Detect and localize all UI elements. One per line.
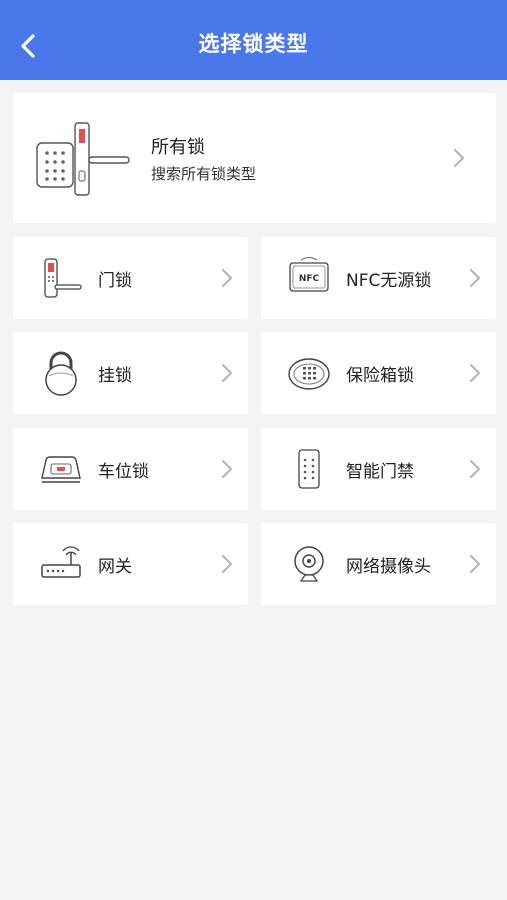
chevron-right-icon xyxy=(470,555,480,573)
all-locks-title: 所有锁 xyxy=(151,137,205,158)
padlock-icon xyxy=(45,351,77,396)
svg-text:NFC: NFC xyxy=(299,274,320,284)
category-label: 门锁 xyxy=(98,271,132,291)
category-safe-lock[interactable]: 保险箱锁 xyxy=(261,332,496,414)
category-access-control[interactable]: 智能门禁 xyxy=(261,428,496,510)
category-label: NFC无源锁 xyxy=(346,271,432,291)
safe-icon xyxy=(288,358,330,390)
category-label: 保险箱锁 xyxy=(346,366,414,386)
parking-lock-icon xyxy=(41,456,81,483)
category-label: 网关 xyxy=(98,557,132,577)
chevron-right-icon xyxy=(222,555,232,573)
door-lock-keypad-icon xyxy=(36,122,130,196)
category-label: 挂锁 xyxy=(98,366,132,386)
chevron-right-icon xyxy=(222,269,232,287)
access-control-icon xyxy=(298,449,320,489)
category-gateway[interactable]: 网关 xyxy=(13,523,248,605)
category-camera[interactable]: 网络摄像头 xyxy=(261,523,496,605)
chevron-right-icon xyxy=(470,460,480,478)
chevron-right-icon xyxy=(470,269,480,287)
camera-icon xyxy=(294,546,324,582)
chevron-right-icon xyxy=(454,149,464,167)
door-lock-icon xyxy=(44,258,82,298)
category-parking-lock[interactable]: 车位锁 xyxy=(13,428,248,510)
category-label: 网络摄像头 xyxy=(346,557,431,577)
category-door-lock[interactable]: 门锁 xyxy=(13,237,248,319)
gateway-router-icon xyxy=(41,546,81,578)
page-title: 选择锁类型 xyxy=(198,32,309,56)
category-label: 车位锁 xyxy=(98,462,149,482)
chevron-right-icon xyxy=(222,460,232,478)
category-padlock[interactable]: 挂锁 xyxy=(13,332,248,414)
all-locks-card[interactable]: 所有锁 搜索所有锁类型 xyxy=(13,93,496,223)
nfc-icon: NFC xyxy=(289,256,329,292)
chevron-right-icon xyxy=(222,364,232,382)
header-bar: 选择锁类型 xyxy=(0,0,507,80)
all-locks-subtitle: 搜索所有锁类型 xyxy=(151,165,257,183)
category-label: 智能门禁 xyxy=(346,462,414,482)
chevron-right-icon xyxy=(470,364,480,382)
category-nfc-lock[interactable]: NFC NFC无源锁 xyxy=(261,237,496,319)
